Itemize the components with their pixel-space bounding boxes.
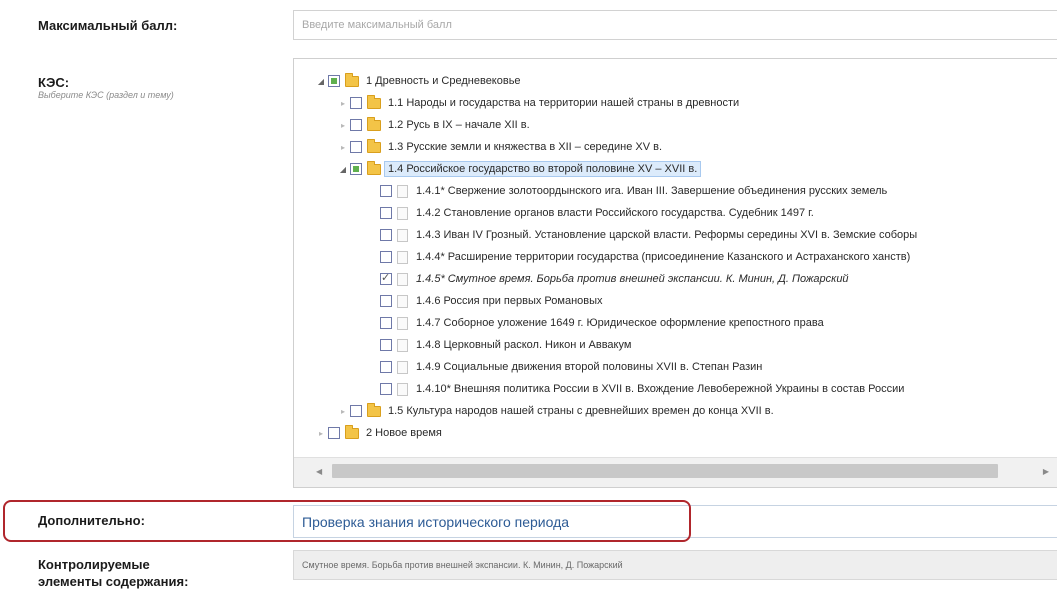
scrollbar-thumb[interactable] (332, 464, 998, 478)
tree-checkbox[interactable] (380, 361, 392, 373)
tree-node-label: 1.4.1* Свержение золотоордынского ига. И… (416, 185, 888, 197)
tree-checkbox[interactable] (350, 163, 362, 175)
horizontal-scrollbar[interactable]: ◀ ▶ (294, 457, 1057, 487)
file-icon (397, 228, 408, 242)
file-icon (397, 316, 408, 330)
folder-icon (367, 116, 381, 131)
tree-checkbox[interactable] (380, 271, 392, 285)
tree-checkbox[interactable] (380, 229, 392, 241)
extra-value: Проверка знания исторического периода (302, 513, 570, 530)
tree-node[interactable]: 1.4.2 Становление органов власти Российс… (294, 202, 1057, 224)
tree-node-label: 1.4.2 Становление органов власти Российс… (416, 207, 814, 219)
tree-node[interactable]: 1.4.1* Свержение золотоордынского ига. И… (294, 180, 1057, 202)
tree-node[interactable]: 1.4.5* Смутное время. Борьба против внеш… (294, 268, 1057, 290)
file-icon (397, 360, 408, 374)
tree-checkbox[interactable] (380, 317, 392, 329)
tree-checkbox[interactable] (380, 185, 392, 197)
controlled-label: Контролируемые элементы содержания: (38, 556, 188, 590)
tree-node-label: 1 Древность и Средневековье (366, 75, 521, 87)
tree-node[interactable]: ▸ 2 Новое время (294, 422, 1057, 444)
file-icon (397, 206, 408, 220)
folder-icon (367, 138, 381, 153)
file-icon (397, 250, 408, 264)
tree-node[interactable]: ◢ 1 Древность и Средневековье (294, 70, 1057, 92)
tree-node[interactable]: 1.4.10* Внешняя политика России в XVII в… (294, 378, 1057, 400)
controlled-label-line2: элементы содержания: (38, 574, 189, 589)
scroll-left-icon[interactable]: ◀ (316, 467, 322, 476)
expand-arrow-icon[interactable]: ▸ (338, 407, 348, 416)
tree-node-label: 1.4.7 Соборное уложение 1649 г. Юридичес… (416, 317, 824, 329)
tree-node-label: 1.1 Народы и государства на территории н… (388, 97, 740, 109)
tree-node[interactable]: 1.4.3 Иван IV Грозный. Установление царс… (294, 224, 1057, 246)
tree-node[interactable]: ▸ 1.3 Русские земли и княжества в XII – с… (294, 136, 1057, 158)
tree-node[interactable]: 1.4.6 Россия при первых Романовых (294, 290, 1057, 312)
tree-node-label: 1.4.4* Расширение территории государства… (416, 251, 911, 263)
tree-checkbox[interactable] (350, 405, 362, 417)
collapse-arrow-icon[interactable]: ◢ (338, 165, 348, 174)
folder-icon (367, 94, 381, 109)
tree-node-label: 1.4 Российское государство во второй пол… (384, 161, 702, 177)
tree-node-label: 1.2 Русь в IX – начале XII в. (388, 119, 530, 131)
tree-checkbox[interactable] (380, 383, 392, 395)
tree-node[interactable]: 1.4.8 Церковный раскол. Никон и Аввакум (294, 334, 1057, 356)
extra-input[interactable]: Проверка знания исторического периода (293, 505, 1057, 538)
file-icon (397, 184, 408, 198)
file-icon (397, 338, 408, 352)
tree-node[interactable]: 1.4.9 Социальные движения второй половин… (294, 356, 1057, 378)
tree-node[interactable]: ◢ 1.4 Российское государство во второй по… (294, 158, 1057, 180)
tree-node[interactable]: ▸ 1.2 Русь в IX – начале XII в. (294, 114, 1057, 136)
tree-node[interactable]: 1.4.4* Расширение территории государства… (294, 246, 1057, 268)
scroll-right-icon[interactable]: ▶ (1043, 467, 1049, 476)
tree-checkbox[interactable] (350, 119, 362, 131)
tree-node[interactable]: ▸ 1.1 Народы и государства на территории … (294, 92, 1057, 114)
tree-node-label: 1.5 Культура народов нашей страны с древ… (388, 405, 774, 417)
collapse-arrow-icon[interactable]: ◢ (316, 77, 326, 86)
controlled-elements-value: Смутное время. Борьба против внешней экс… (302, 560, 623, 570)
kes-tree[interactable]: ◢ 1 Древность и Средневековье ▸ 1.1 Народы … (293, 58, 1057, 488)
kes-hint: Выберите КЭС (раздел и тему) (38, 90, 174, 100)
file-icon (397, 294, 408, 308)
max-score-input[interactable]: Введите максимальный балл (293, 10, 1057, 40)
file-icon (397, 272, 408, 286)
kes-label: КЭС: (38, 75, 70, 90)
expand-arrow-icon[interactable]: ▸ (338, 143, 348, 152)
controlled-elements-field: Смутное время. Борьба против внешней экс… (293, 550, 1057, 580)
tree-node-label: 1.4.10* Внешняя политика России в XVII в… (416, 383, 905, 395)
tree-node-label: 1.4.3 Иван IV Грозный. Установление царс… (416, 229, 918, 241)
file-icon (397, 382, 408, 396)
controlled-label-line1: Контролируемые (38, 557, 150, 572)
folder-icon (345, 72, 359, 87)
kes-tree-list: ◢ 1 Древность и Средневековье ▸ 1.1 Народы … (294, 59, 1057, 457)
tree-checkbox[interactable] (328, 75, 340, 87)
tree-node[interactable]: ▸ 1.5 Культура народов нашей страны с дре… (294, 400, 1057, 422)
tree-checkbox[interactable] (380, 207, 392, 219)
folder-icon (367, 160, 381, 175)
tree-checkbox[interactable] (380, 251, 392, 263)
expand-arrow-icon[interactable]: ▸ (338, 121, 348, 130)
tree-node-label: 1.4.9 Социальные движения второй половин… (416, 361, 763, 373)
expand-arrow-icon[interactable]: ▸ (316, 429, 326, 438)
tree-node-label: 1.4.5* Смутное время. Борьба против внеш… (416, 273, 849, 285)
max-score-placeholder: Введите максимальный балл (302, 19, 452, 31)
tree-node[interactable]: 1.4.7 Соборное уложение 1649 г. Юридичес… (294, 312, 1057, 334)
tree-node-label: 1.4.8 Церковный раскол. Никон и Аввакум (416, 339, 632, 351)
tree-checkbox[interactable] (350, 141, 362, 153)
tree-node-label: 1.3 Русские земли и княжества в XII – се… (388, 141, 662, 153)
extra-label: Дополнительно: (38, 513, 145, 528)
folder-icon (345, 424, 359, 439)
tree-checkbox[interactable] (380, 295, 392, 307)
expand-arrow-icon[interactable]: ▸ (338, 99, 348, 108)
max-score-label: Максимальный балл: (38, 18, 178, 33)
tree-checkbox[interactable] (380, 339, 392, 351)
tree-node-label: 1.4.6 Россия при первых Романовых (416, 295, 603, 307)
tree-checkbox[interactable] (328, 427, 340, 439)
folder-icon (367, 402, 381, 417)
tree-checkbox[interactable] (350, 97, 362, 109)
tree-node-label: 2 Новое время (366, 427, 442, 439)
